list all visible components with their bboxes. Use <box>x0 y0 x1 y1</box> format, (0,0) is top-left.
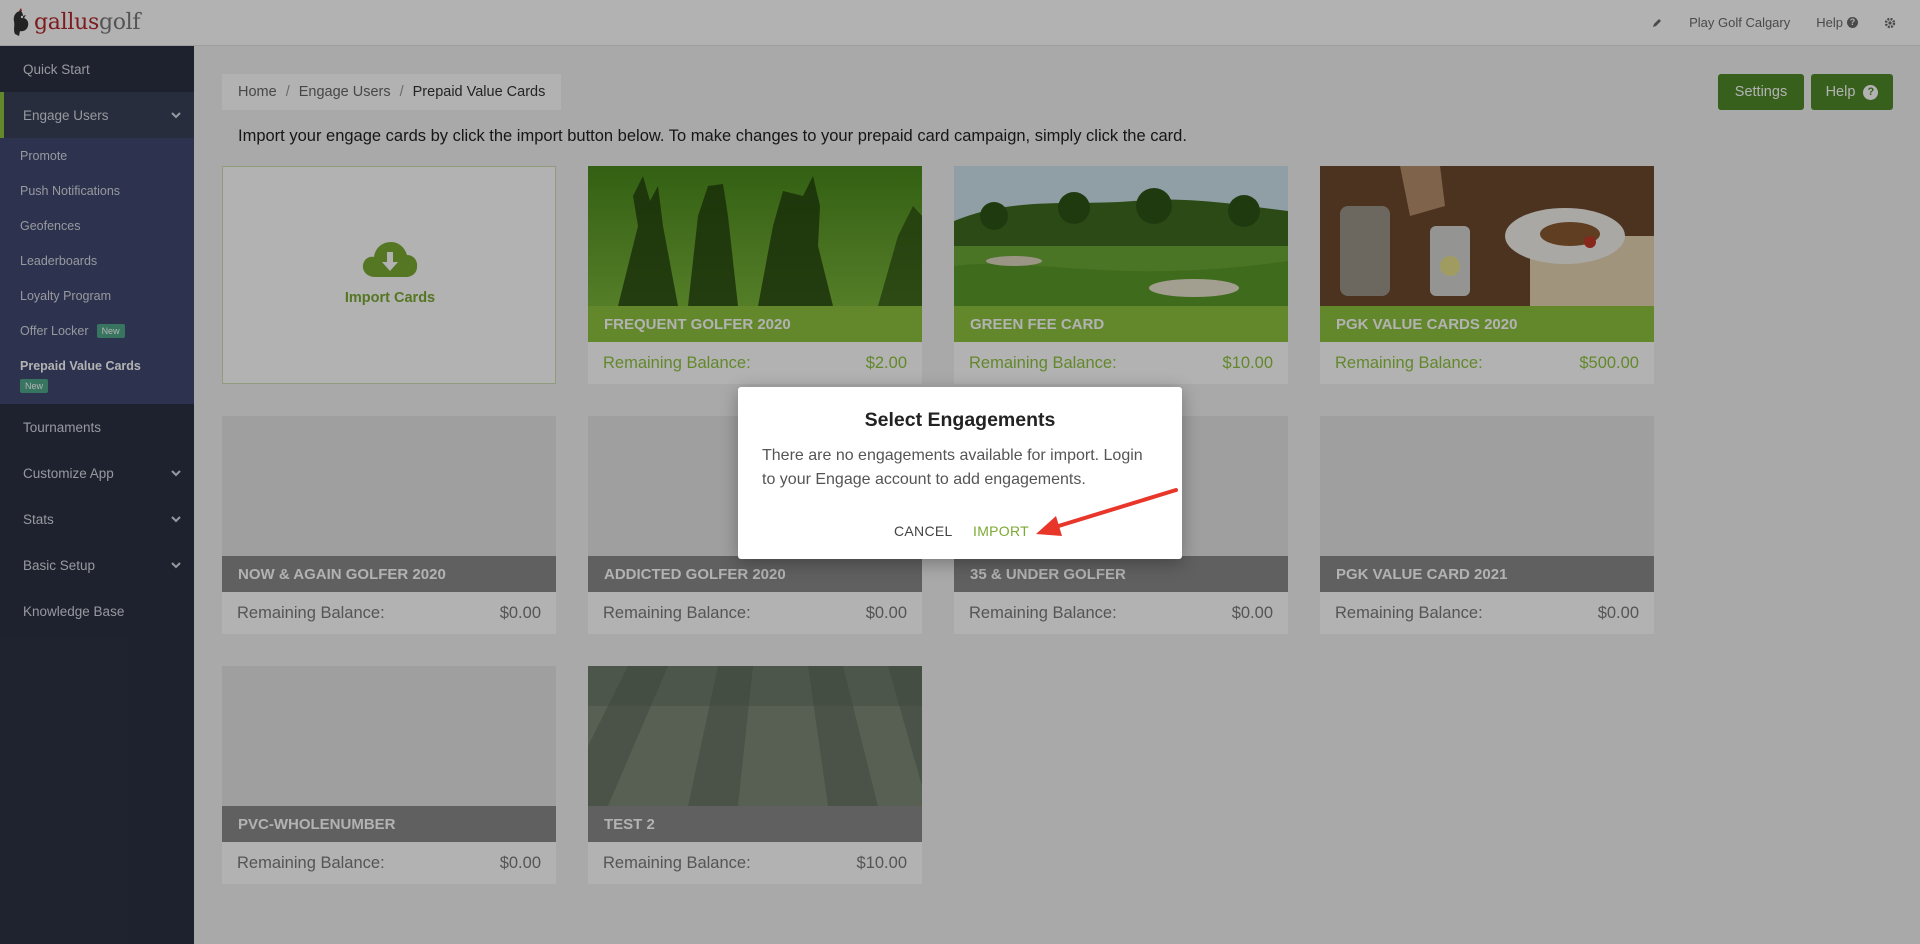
dialog-title: Select Engagements <box>864 409 1056 431</box>
annotation-arrow-icon <box>1036 488 1178 536</box>
cancel-button[interactable]: CANCEL <box>894 523 953 539</box>
import-button[interactable]: IMPORT <box>973 523 1029 539</box>
